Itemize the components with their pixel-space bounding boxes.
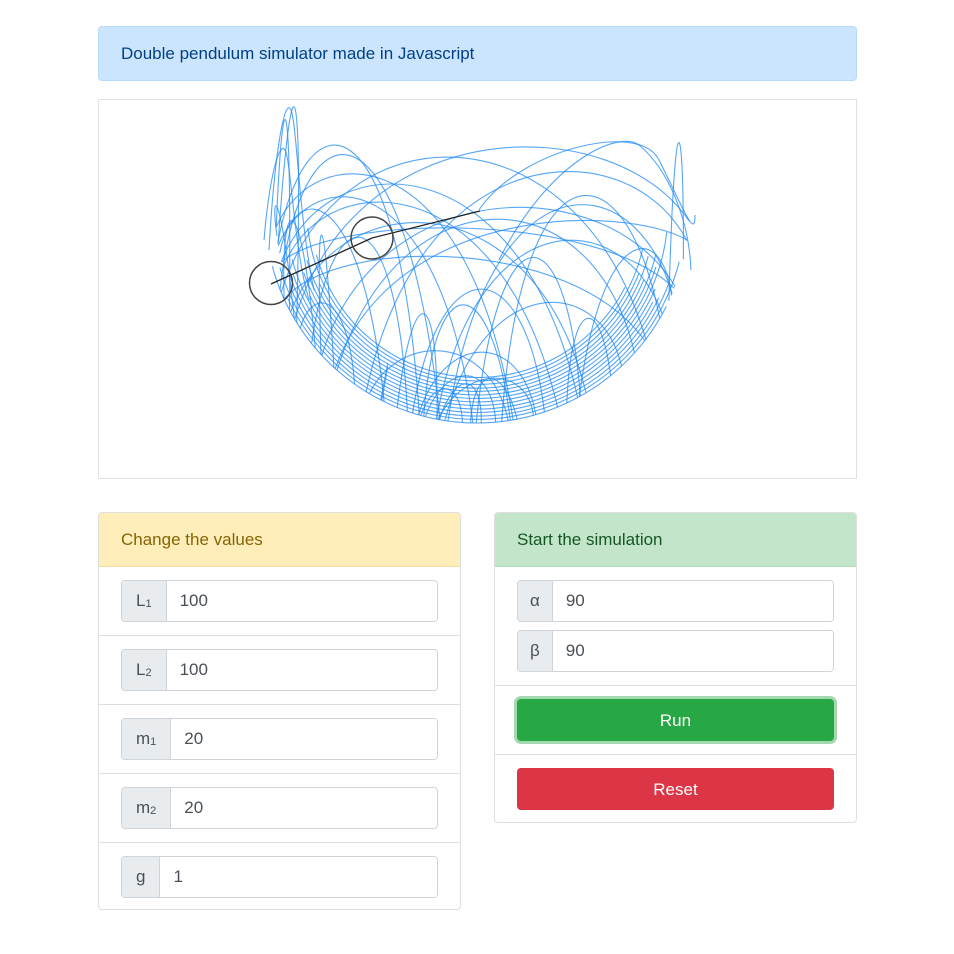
trace-segment: [309, 266, 657, 400]
list-item-angles: α β: [495, 567, 856, 686]
list-item-m2: m2: [99, 774, 460, 843]
l2-label: L2: [122, 650, 167, 690]
trace-segment: [307, 228, 644, 382]
m2-input[interactable]: [171, 788, 437, 828]
trace-segment: [283, 255, 646, 341]
title-alert: Double pendulum simulator made in Javasc…: [98, 26, 857, 81]
trace-segment: [566, 317, 612, 404]
m2-label: m2: [122, 788, 172, 828]
l1-input[interactable]: [166, 581, 437, 621]
m1-input-group: m1: [121, 718, 438, 760]
start-card-header: Start the simulation: [495, 513, 856, 567]
g-input[interactable]: [160, 857, 437, 897]
l1-label: L1: [122, 581, 167, 621]
trace-segment: [318, 234, 335, 368]
alpha-input[interactable]: [552, 581, 833, 621]
list-item-l2: L2: [99, 636, 460, 705]
values-card: Change the values L1 L2 m1 m2 g: [98, 512, 461, 910]
g-label: g: [122, 857, 161, 897]
list-item-reset: Reset: [495, 755, 856, 822]
lower-bob: [248, 260, 294, 306]
start-card: Start the simulation α β Run Reset: [494, 512, 857, 823]
list-item-l1: L1: [99, 567, 460, 636]
list-item-g: g: [99, 843, 460, 909]
alpha-input-group: α: [517, 580, 834, 622]
trace-segment: [668, 142, 684, 302]
m1-input[interactable]: [171, 719, 437, 759]
l1-input-group: L1: [121, 580, 438, 622]
g-input-group: g: [121, 856, 438, 898]
beta-label: β: [518, 631, 553, 671]
run-button[interactable]: Run: [517, 699, 834, 741]
alpha-label: α: [518, 581, 553, 621]
beta-input[interactable]: [552, 631, 833, 671]
l2-input[interactable]: [166, 650, 437, 690]
pendulum-trace: [263, 106, 696, 424]
page-title: Double pendulum simulator made in Javasc…: [121, 44, 475, 63]
values-card-header: Change the values: [99, 513, 460, 567]
simulation-canvas[interactable]: [98, 99, 857, 479]
beta-input-group: β: [517, 630, 834, 672]
reset-button[interactable]: Reset: [517, 768, 834, 810]
trace-segment: [290, 222, 587, 393]
m2-input-group: m2: [121, 787, 438, 829]
m1-label: m1: [122, 719, 172, 759]
list-item-m1: m1: [99, 705, 460, 774]
l2-input-group: L2: [121, 649, 438, 691]
pendulum-drawing: [248, 106, 696, 424]
list-item-run: Run: [495, 686, 856, 755]
